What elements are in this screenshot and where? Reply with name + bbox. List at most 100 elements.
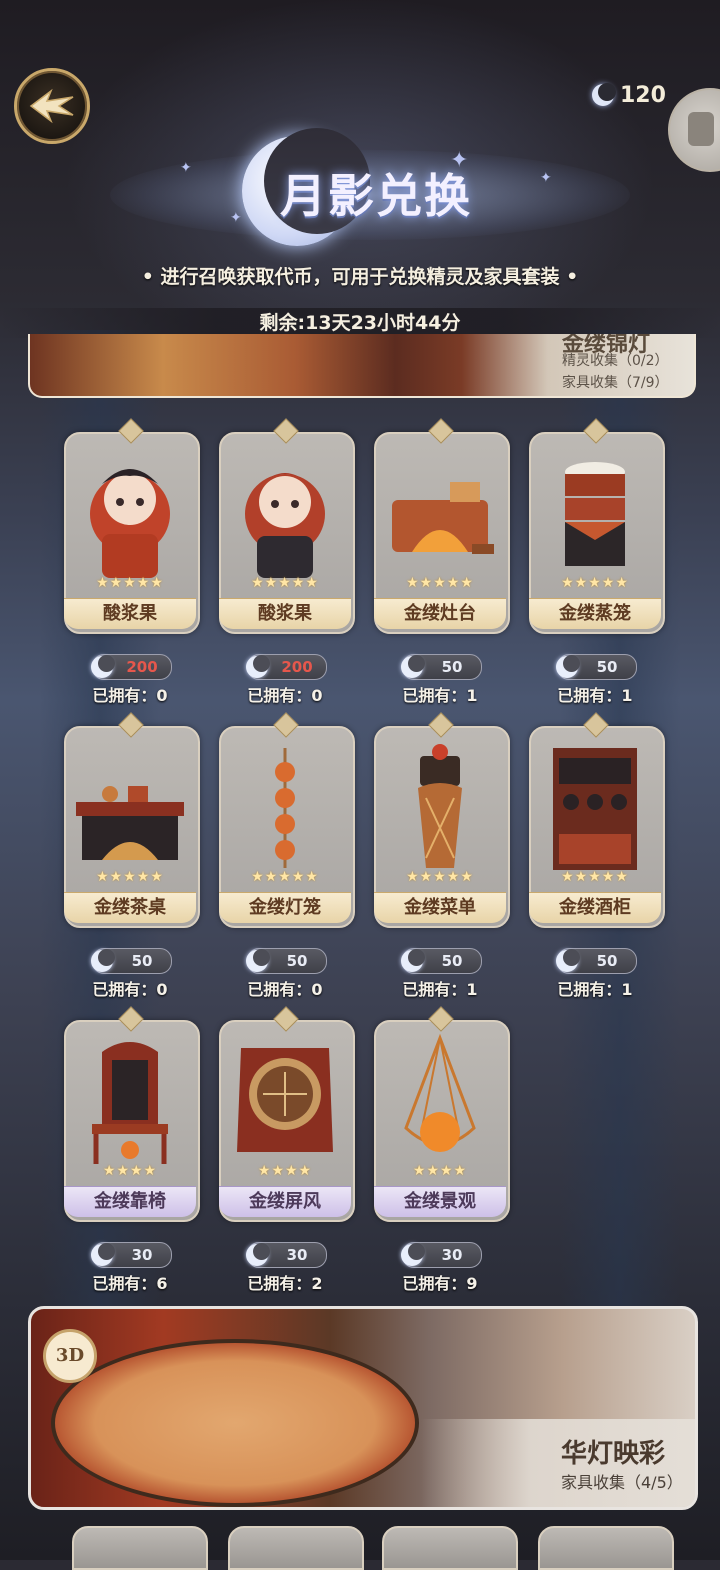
item-card[interactable]: ★★★★★ 金缕蒸笼 (529, 418, 665, 634)
item-owned-count: 已拥有：0 (247, 980, 323, 999)
moon-coin-icon (91, 655, 115, 678)
item-owned-count: 已拥有：9 (402, 1274, 478, 1293)
item-owned-count: 已拥有：1 (402, 980, 478, 999)
spirit-collect-progress: 精灵收集（0/2） (562, 353, 669, 369)
item-stars: ★★★★★ (406, 575, 474, 591)
furniture-collect-progress: 家具收集（7/9） (562, 375, 669, 391)
item-image (245, 473, 325, 578)
currency-amount: 120 (620, 82, 666, 108)
item-price-value: 30 (131, 1246, 153, 1264)
moon-coin-icon (556, 949, 580, 972)
page-subtitle: • 进行召唤获取代币，可用于兑换精灵及家具套装 • (141, 266, 579, 288)
next-row-card[interactable] (382, 1526, 518, 1570)
menu-icon (688, 112, 714, 146)
item-name: 金缕灶台 (374, 598, 506, 629)
item-owned-count: 已拥有：1 (402, 686, 478, 705)
item-image (565, 462, 625, 566)
item-card[interactable]: ★★★★ 金缕屏风 (219, 1006, 355, 1222)
item-stars: ★★★★ (412, 1163, 468, 1179)
item-name: 金缕酒柜 (529, 892, 661, 923)
item-image (275, 748, 295, 868)
item-card[interactable]: ★★★★ 金缕景观 (374, 1006, 510, 1222)
item-owned-count: 已拥有：0 (92, 686, 168, 705)
currency-display: 120 (592, 80, 666, 110)
item-price[interactable]: 50 (401, 654, 482, 680)
back-arrow-icon (29, 88, 74, 124)
moon-coin-icon (246, 655, 270, 678)
item-price[interactable]: 50 (556, 948, 637, 974)
item-card[interactable]: ★★★★★ 金缕灶台 (374, 418, 510, 634)
item-card[interactable]: ★★★★★ 金缕茶桌 (64, 712, 200, 928)
item-owned-count: 已拥有：1 (557, 980, 633, 999)
item-price-value: 50 (441, 658, 463, 676)
next-row-card[interactable] (228, 1526, 364, 1570)
item-name: 金缕蒸笼 (529, 598, 661, 629)
item-owned-count: 已拥有：2 (247, 1274, 323, 1293)
item-price[interactable]: 200 (246, 654, 327, 680)
item-owned-count: 已拥有：0 (247, 686, 323, 705)
item-price-value: 50 (596, 658, 618, 676)
next-row-card[interactable] (538, 1526, 674, 1570)
butterfly-icon: ✦ (450, 148, 469, 173)
item-name: 金缕灯笼 (219, 892, 351, 923)
header: 120 月影兑换 ✦ ✦ ✦ ✦ • 进行召唤获取代币，可用于兑换精灵及家具套装… (0, 0, 720, 300)
moon-coin-icon (246, 1243, 270, 1266)
page-title-art: 月影兑换 ✦ ✦ ✦ ✦ (110, 128, 630, 250)
item-owned-count: 已拥有：6 (92, 1274, 168, 1293)
item-price[interactable]: 200 (91, 654, 172, 680)
item-price[interactable]: 50 (401, 948, 482, 974)
butterfly-icon: ✦ (180, 160, 192, 176)
item-image (404, 1033, 476, 1152)
moon-coin-icon (246, 949, 270, 972)
item-price[interactable]: 50 (246, 948, 327, 974)
item-name: 酸浆果 (64, 598, 196, 629)
side-menu-button[interactable] (668, 88, 720, 172)
butterfly-icon: ✦ (540, 170, 552, 186)
set-banner-top[interactable]: 金缕锦灯 精灵收集（0/2） 家具收集（7/9） (28, 334, 696, 398)
item-image (90, 469, 170, 578)
item-price-value: 30 (286, 1246, 308, 1264)
item-price[interactable]: 30 (246, 1242, 327, 1268)
view-3d-button[interactable]: 3D (43, 1329, 97, 1383)
set-title: 华灯映彩 (561, 1439, 666, 1469)
item-name: 酸浆果 (219, 598, 351, 629)
item-price-value: 200 (126, 658, 158, 676)
item-stars: ★★★★★ (251, 869, 319, 885)
item-stars: ★★★★★ (561, 869, 629, 885)
next-row-card[interactable] (72, 1526, 208, 1570)
item-image (392, 482, 494, 554)
item-owned-count: 已拥有：0 (92, 980, 168, 999)
item-image (76, 786, 184, 860)
item-price[interactable]: 30 (401, 1242, 482, 1268)
moon-coin-icon (91, 1243, 115, 1266)
moon-coin-icon (401, 1243, 425, 1266)
item-price-value: 30 (441, 1246, 463, 1264)
item-card[interactable]: ★★★★★ 金缕灯笼 (219, 712, 355, 928)
item-price[interactable]: 30 (91, 1242, 172, 1268)
set-banner-bottom[interactable]: 3D 华灯映彩 家具收集（4/5） (28, 1306, 698, 1510)
item-stars: ★★★★ (257, 1163, 313, 1179)
item-card[interactable]: ★★★★★ 酸浆果 (64, 418, 200, 634)
item-stars: ★★★★★ (406, 869, 474, 885)
item-card[interactable]: ★★★★★ 金缕酒柜 (529, 712, 665, 928)
item-image (553, 748, 637, 870)
item-stars: ★★★★★ (251, 575, 319, 591)
item-price-value: 200 (281, 658, 313, 676)
item-stars: ★★★★★ (561, 575, 629, 591)
item-stars: ★★★★ (102, 1163, 158, 1179)
item-image (92, 1042, 168, 1164)
item-price[interactable]: 50 (91, 948, 172, 974)
moon-coin-icon (401, 949, 425, 972)
carpet-image (51, 1339, 419, 1507)
item-price-value: 50 (131, 952, 153, 970)
page-title: 月影兑换 (280, 169, 472, 223)
item-price-value: 50 (286, 952, 308, 970)
item-card[interactable]: ★★★★★ 酸浆果 (219, 418, 355, 634)
item-price[interactable]: 50 (556, 654, 637, 680)
item-stars: ★★★★★ (96, 869, 164, 885)
item-card[interactable]: ★★★★★ 金缕菜单 (374, 712, 510, 928)
item-card[interactable]: ★★★★ 金缕靠椅 (64, 1006, 200, 1222)
set-collect-progress: 家具收集（4/5） (561, 1473, 683, 1492)
item-name: 金缕靠椅 (64, 1186, 196, 1217)
back-button[interactable] (14, 68, 90, 144)
